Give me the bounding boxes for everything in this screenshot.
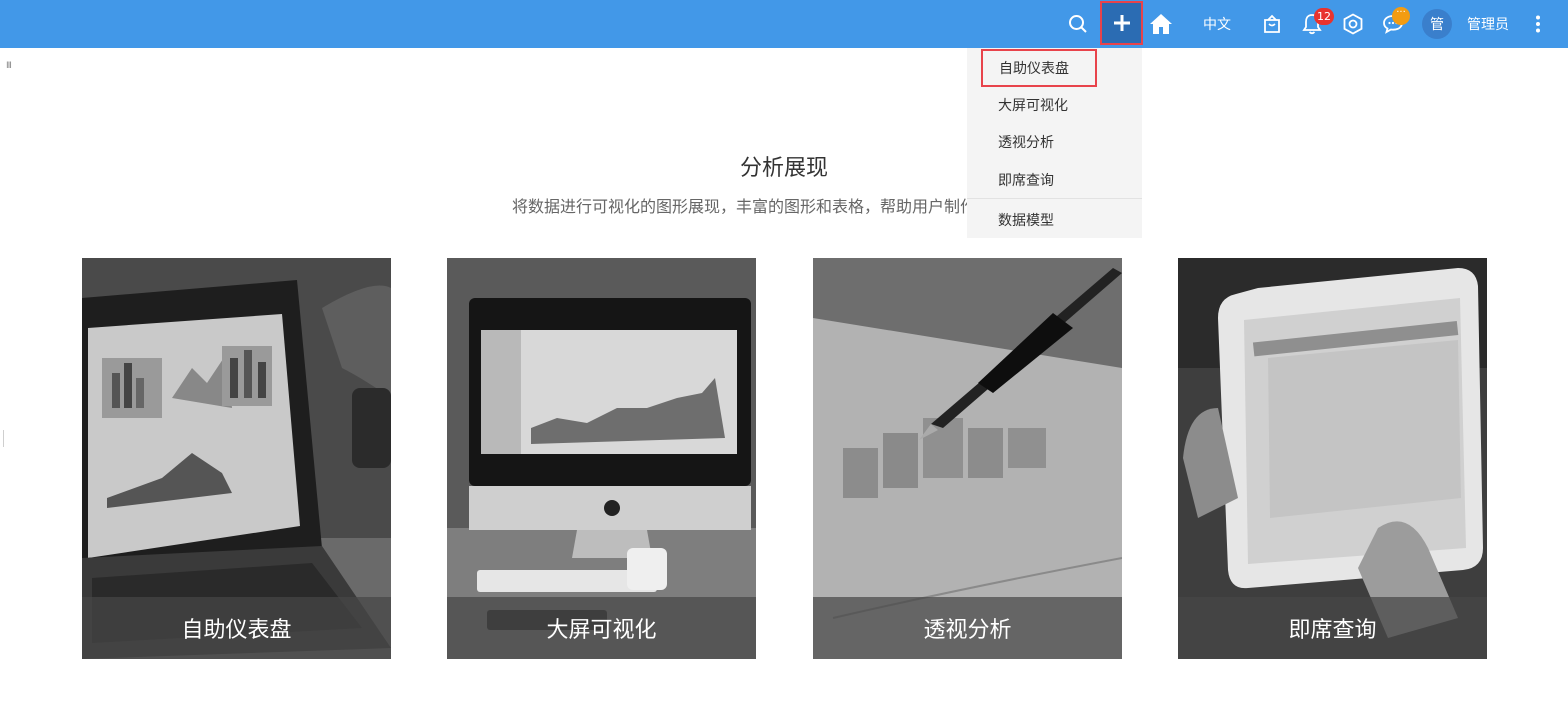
divider	[3, 430, 4, 447]
notification-count-badge: 12	[1314, 8, 1334, 25]
search-icon	[1069, 15, 1087, 33]
avatar[interactable]: 管	[1422, 9, 1452, 39]
top-navigation-bar: 中文 12 ··· 管 管理员	[0, 0, 1568, 48]
menu-divider	[967, 198, 1142, 199]
bag-button[interactable]	[1258, 0, 1286, 48]
card-label: 透视分析	[813, 597, 1122, 659]
settings-icon	[1343, 13, 1363, 35]
card-ad-hoc-query[interactable]: 即席查询	[1178, 258, 1487, 659]
chat-badge: ···	[1392, 7, 1410, 25]
menu-item-pivot-analysis[interactable]: 透视分析	[967, 123, 1142, 160]
menu-item-self-service-dashboard[interactable]: 自助仪表盘	[981, 49, 1097, 87]
home-icon	[1150, 14, 1172, 34]
add-dropdown-menu: 自助仪表盘 大屏可视化 透视分析 即席查询 数据模型	[967, 48, 1142, 238]
settings-button[interactable]	[1338, 0, 1368, 48]
card-label: 大屏可视化	[447, 597, 756, 659]
card-large-screen-visualization[interactable]: 大屏可视化	[447, 258, 756, 659]
search-button[interactable]	[1064, 0, 1092, 48]
add-button[interactable]	[1100, 1, 1143, 45]
more-vertical-icon	[1536, 15, 1540, 33]
card-label: 即席查询	[1178, 597, 1487, 659]
menu-item-large-screen-visualization[interactable]: 大屏可视化	[967, 86, 1142, 123]
card-pivot-analysis[interactable]: 透视分析	[813, 258, 1122, 659]
section-subtitle: 将数据进行可视化的图形展现，丰富的图形和表格，帮助用户制作更好的报告	[511, 197, 1056, 216]
section-title: 分析展现	[739, 156, 828, 181]
menu-item-ad-hoc-query[interactable]: 即席查询	[967, 161, 1142, 198]
sidebar-toggle-handle[interactable]: III	[6, 61, 15, 71]
card-label: 自助仪表盘	[82, 597, 391, 659]
shopping-bag-icon	[1264, 14, 1280, 33]
user-name[interactable]: 管理员	[1460, 0, 1516, 48]
menu-item-data-model[interactable]: 数据模型	[967, 201, 1142, 238]
home-button[interactable]	[1146, 0, 1176, 48]
plus-icon	[1113, 15, 1130, 31]
card-self-service-dashboard[interactable]: 自助仪表盘	[82, 258, 391, 659]
language-switch[interactable]: 中文	[1196, 0, 1238, 48]
more-menu-button[interactable]	[1526, 0, 1550, 48]
